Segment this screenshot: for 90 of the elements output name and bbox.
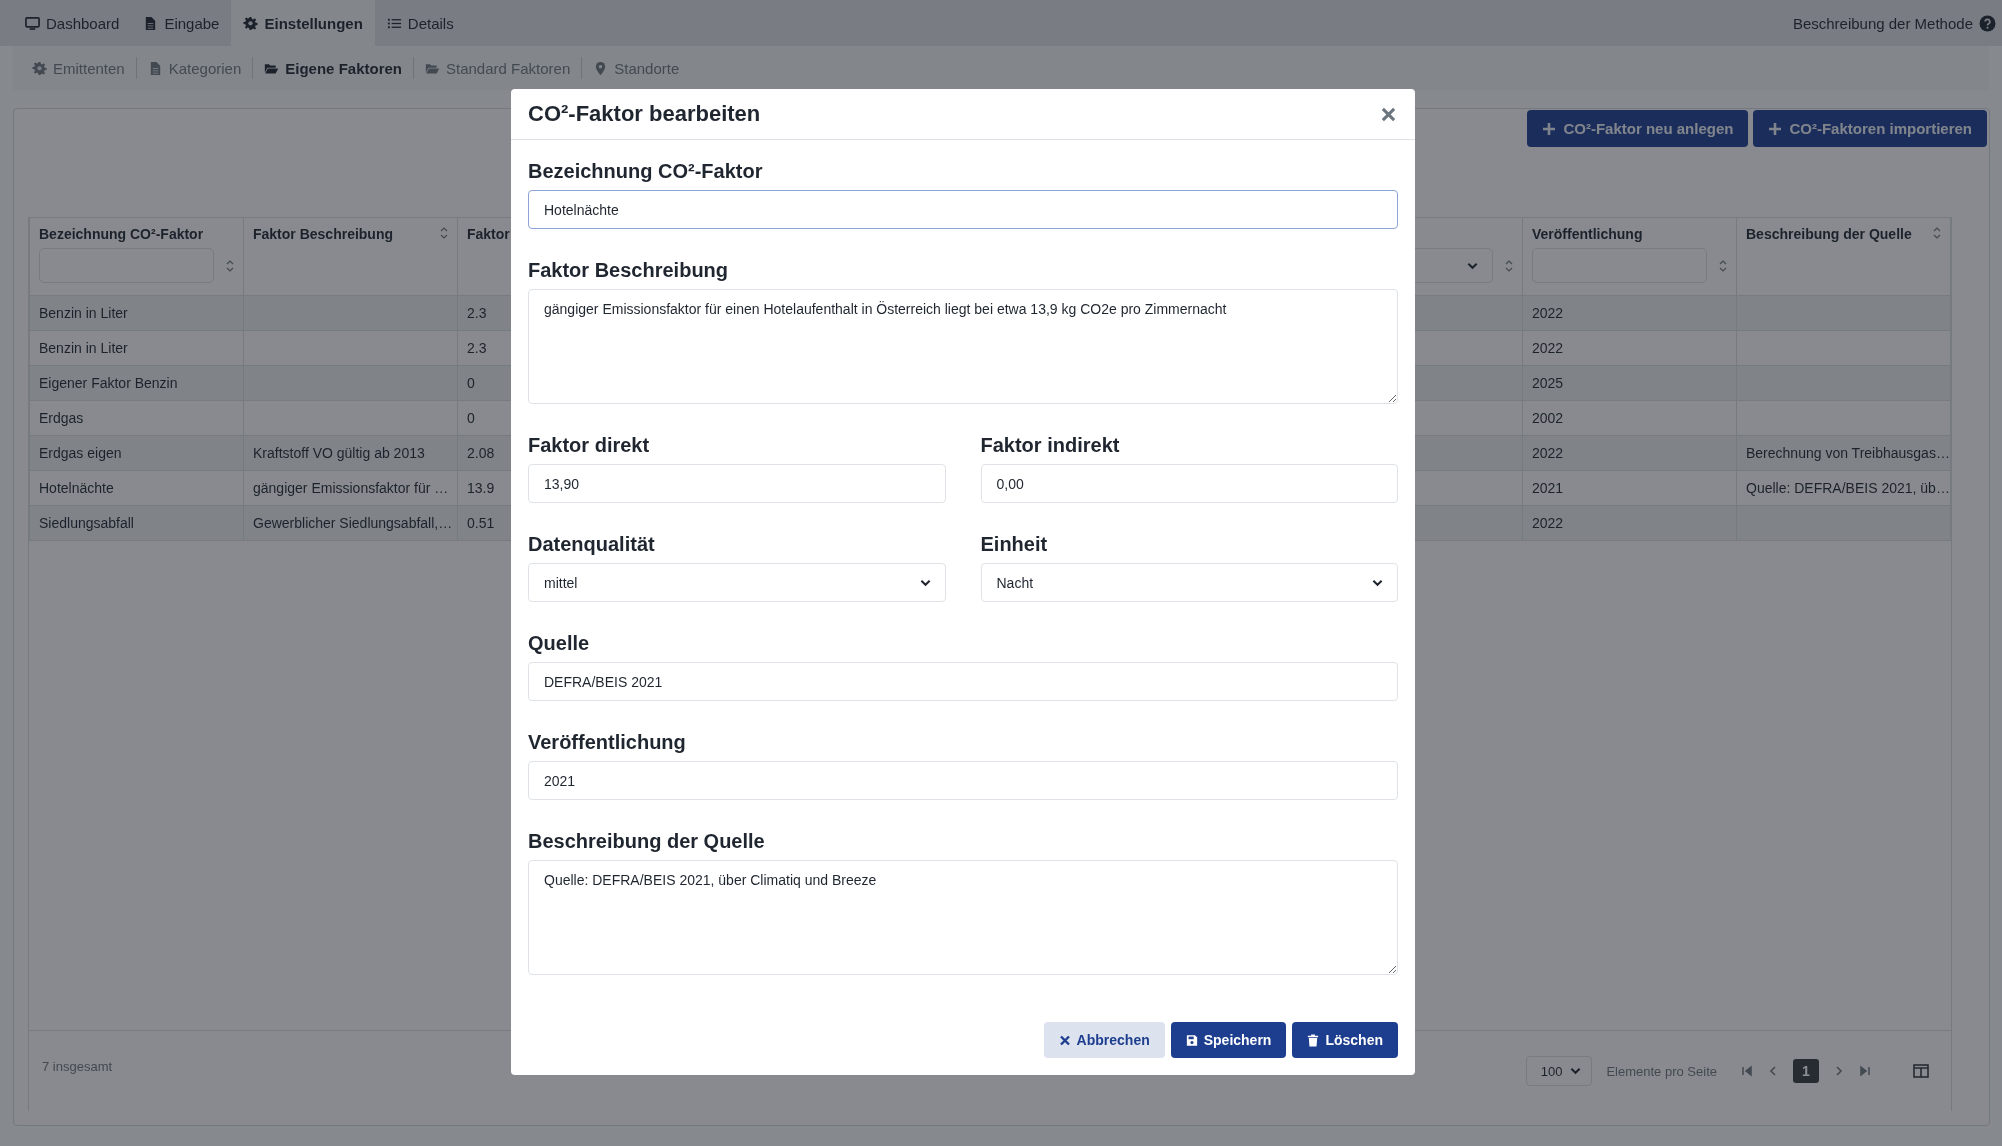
table-cell: Benzin in Liter [39,340,128,356]
gear-icon [32,60,47,76]
field-label: Quelle [528,631,590,655]
help-link[interactable]: Beschreibung der Methode [1792,0,1996,46]
subnav-link[interactable]: Emittenten [21,59,136,77]
trash-icon [1307,1033,1320,1047]
table-cell: Kraftstoff VO gültig ab 2013 [253,445,425,461]
select-field[interactable]: mittel [528,563,946,602]
table-cell: 0 [467,375,475,391]
field-label: Datenqualität [528,532,655,556]
table-cell: Erdgas eigen [39,445,122,461]
sort-icon[interactable] [440,226,448,240]
text-area[interactable]: gängiger Emissionsfaktor für einen Hotelaufenthalt in Österreich liegt bei etwa 13,9 kg CO2e pro Zimmernacht [528,289,1398,404]
text-area[interactable]: Quelle: DEFRA/BEIS 2021, über Climatiq und Breeze [528,860,1398,975]
table-cell: 2022 [1532,340,1564,356]
sort-icon[interactable] [1719,258,1727,273]
page-size-label: Elemente pro Seite [1606,1063,1717,1079]
delete-button[interactable]: Löschen [1292,1022,1398,1058]
plus-icon [1768,121,1783,136]
select-field[interactable]: Nacht [980,563,1398,602]
close-icon [1058,1033,1071,1047]
table-cell: Siedlungsabfall [39,515,134,531]
first-page-icon[interactable] [1741,1065,1753,1077]
table-cell: 2021 [1532,480,1564,496]
sort-icon[interactable] [1933,226,1941,240]
plus-icon [1542,121,1557,136]
field-label: Beschreibung der Quelle [528,829,765,853]
page-button[interactable]: 1 [1793,1059,1819,1083]
table-cell: Erdgas [39,410,84,426]
chevron-down-icon [1372,578,1383,587]
sort-icon[interactable] [1505,258,1513,273]
table-cell: 0 [467,410,475,426]
table-cell: 2.3 [467,340,487,356]
table-cell: Berechnung von Treibhausgas… [1746,445,1950,461]
input-field[interactable]: 13,90 [528,464,946,503]
columns-icon[interactable] [1913,1064,1929,1078]
subnav-link[interactable]: Kategorien [136,59,253,77]
monitor-icon [25,15,40,31]
table-cell: Benzin in Liter [39,305,128,321]
column-header: Beschreibung der Quelle [1746,226,1912,242]
next-page-icon[interactable] [1833,1065,1845,1077]
previous-page-icon[interactable] [1767,1065,1779,1077]
table-cell: 13.9 [467,480,495,496]
table-cell: 2025 [1532,375,1564,391]
chevron-down-icon [1467,261,1478,270]
last-page-icon[interactable] [1859,1065,1871,1077]
input-field[interactable]: 2021 [528,761,1398,800]
subnav-link[interactable]: Standorte [582,59,691,77]
table-cell: 2.08 [467,445,495,461]
dialog-title: CO²-Faktor bearbeiten [528,101,761,127]
table-cell: Quelle: DEFRA/BEIS 2021, üb… [1746,480,1950,496]
field-label: Faktor direkt [528,433,650,457]
input-field[interactable]: Hotelnächte [528,190,1398,229]
table-cell: gängiger Emissionsfaktor für … [253,480,449,496]
table-cell: Eigener Faktor Benzin [39,375,178,391]
total-count: 7 insgesamt [42,1058,113,1074]
column-header: Faktor [467,226,510,242]
table-cell: Hotelnächte [39,480,114,496]
chevron-down-icon [1570,1067,1582,1075]
column-header: Veröffentlichung [1532,226,1643,242]
chevron-down-icon [919,578,931,587]
field-label: Veröffentlichung [528,730,686,754]
save-button[interactable]: Speichern [1170,1022,1287,1058]
help-icon [1979,14,1996,32]
table-cell: 2022 [1532,515,1564,531]
field-label: Bezeichnung CO²-Faktor [528,159,763,183]
table-cell: 2022 [1532,445,1564,461]
subnav-link[interactable]: Eigene Faktoren [253,59,413,77]
field-label: Faktor indirekt [980,433,1120,457]
field-label: Einheit [980,532,1048,556]
sort-icon[interactable] [226,258,234,273]
toolbar-button[interactable]: CO²-Faktor neu anlegen [1527,110,1749,147]
table-cell: 2.3 [467,305,487,321]
cancel-button[interactable]: Abbrechen [1043,1022,1165,1058]
column-header: Bezeichnung CO²-Faktor [39,226,204,242]
toolbar-button[interactable]: CO²-Faktoren importieren [1753,110,1987,147]
table-cell: 0.51 [467,515,495,531]
page-size-select[interactable]: 100 [1525,1056,1593,1086]
input-field[interactable]: 0,00 [980,464,1398,503]
table-cell: 2022 [1532,305,1564,321]
column-header: Faktor Beschreibung [253,226,394,242]
field-label: Faktor Beschreibung [528,258,729,282]
nav-tab[interactable]: Einstellungen [231,0,375,46]
subnav-link[interactable]: Standard Faktoren [414,59,582,77]
table-cell: 2002 [1532,410,1564,426]
nav-tab[interactable]: Dashboard [13,0,132,46]
table-cell: Gewerblicher Siedlungsabfall,… [253,515,453,531]
close-icon[interactable] [1381,106,1396,122]
input-field[interactable]: DEFRA/BEIS 2021 [528,662,1398,701]
gear-icon [243,15,259,31]
